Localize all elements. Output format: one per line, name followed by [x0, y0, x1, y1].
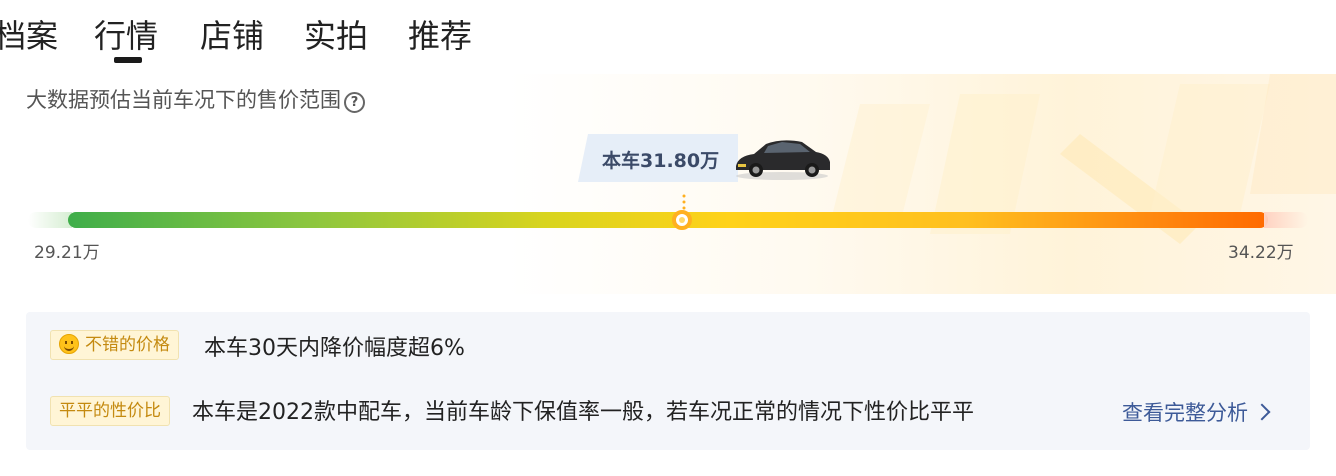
smile-icon [59, 334, 79, 354]
subtitle-text: 大数据预估当前车况下的售价范围 [26, 88, 341, 112]
full-analysis-link[interactable]: 查看完整分析 [1122, 398, 1271, 428]
bar-left-fade [28, 212, 72, 228]
good-price-tag-label: 不错的价格 [85, 335, 170, 355]
max-price-label: 34.22万 [1228, 243, 1294, 263]
good-price-tag: 不错的价格 [50, 330, 179, 360]
price-summary-card: 不错的价格 本车30天内降价幅度超6% 平平的性价比 本车是2022款中配车，当… [26, 312, 1310, 450]
tab-bar: 档案 行情 店铺 实拍 推荐 [0, 0, 1336, 70]
value-description-text: 本车是2022款中配车，当前车龄下保值率一般，若车况正常的情况下性价比平平 [192, 400, 974, 425]
price-range-subtitle: 大数据预估当前车况下的售价范围? [26, 86, 365, 114]
bar-gradient-fill [68, 212, 1268, 228]
tab-photos[interactable]: 实拍 [304, 14, 368, 58]
tab-store[interactable]: 店铺 [200, 14, 264, 58]
price-drop-text: 本车30天内降价幅度超6% [204, 336, 465, 361]
value-tag: 平平的性价比 [50, 396, 170, 426]
bar-right-fade [1264, 212, 1308, 228]
active-tab-indicator [114, 57, 142, 63]
price-range-bar [28, 212, 1308, 228]
price-range-panel: 大数据预估当前车况下的售价范围? 本车31.80万 29.21万 34.22万 [0, 74, 1336, 294]
chevron-right-icon [1253, 403, 1271, 421]
car-image [736, 140, 830, 180]
current-price-bubble: 本车31.80万 [578, 134, 838, 182]
tab-market[interactable]: 行情 [94, 14, 158, 58]
question-circle-icon[interactable]: ? [344, 92, 365, 113]
tab-recommend[interactable]: 推荐 [408, 14, 472, 58]
full-analysis-link-label[interactable]: 查看完整分析 [1122, 401, 1248, 425]
current-price-knob [672, 210, 692, 230]
current-price-label: 本车31.80万 [602, 150, 720, 172]
min-price-label: 29.21万 [34, 243, 100, 263]
tab-archive[interactable]: 档案 [0, 14, 58, 58]
